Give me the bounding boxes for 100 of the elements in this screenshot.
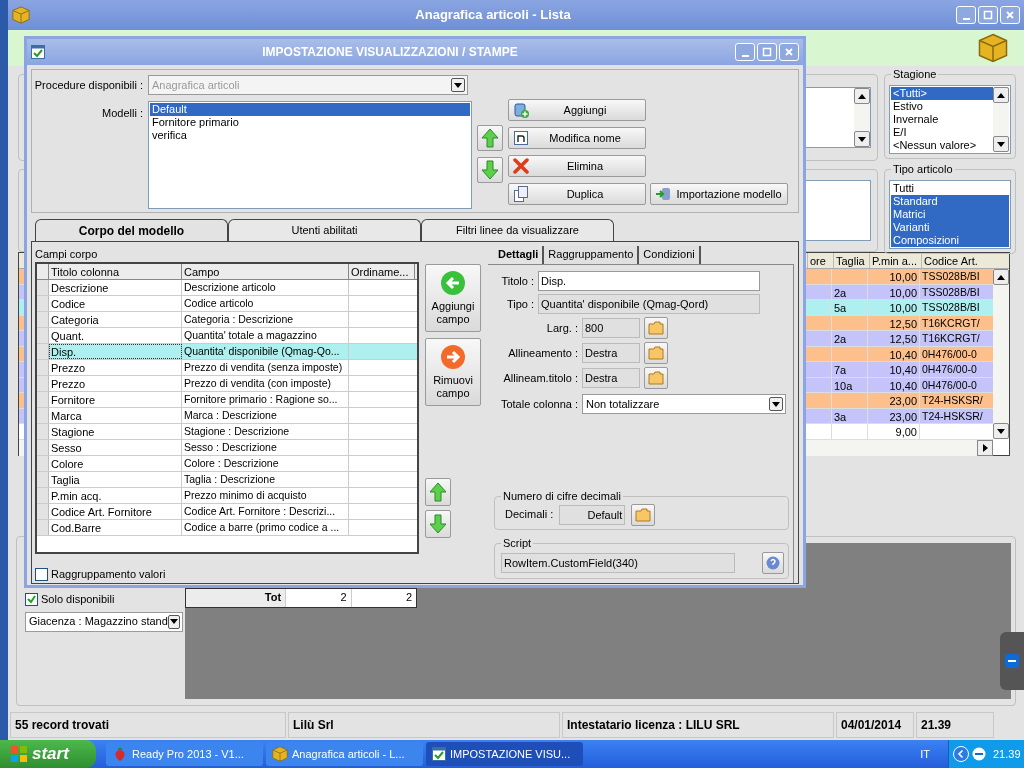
table-row[interactable]: P.min acq. Prezzo minimo di acquisto	[37, 488, 417, 504]
browse-button[interactable]	[631, 503, 656, 526]
column-header[interactable]: P.min a...	[869, 253, 921, 268]
total-dropdown[interactable]: Non totalizzare	[582, 394, 786, 414]
input-field[interactable]: Destra	[582, 368, 640, 388]
action-button[interactable]: Elimina	[508, 155, 646, 177]
field-button[interactable]: Rimuovi campo	[425, 338, 481, 406]
list-item[interactable]: Varianti	[891, 221, 1009, 234]
list-item[interactable]: Standard	[891, 195, 1009, 208]
tab[interactable]: Utenti abilitati	[228, 219, 421, 241]
browse-button[interactable]	[644, 317, 668, 339]
list-item[interactable]: Fornitore primario	[150, 116, 470, 129]
close-button[interactable]	[779, 43, 799, 61]
scroll-down-icon[interactable]	[997, 141, 1005, 147]
article-type-list[interactable]: Tutti Standard Matrici Varianti Composizioni	[889, 180, 1011, 249]
list-item[interactable]: Tutti	[891, 182, 1009, 195]
taskbar-button[interactable]: Ready Pro 2013 - V1...	[106, 742, 263, 766]
table-row[interactable]: Marca Marca : Descrizione	[37, 408, 417, 424]
input-field[interactable]: Destra	[582, 343, 640, 363]
minimize-button[interactable]	[956, 6, 976, 24]
scroll-up-icon[interactable]	[997, 274, 1005, 280]
column-header[interactable]: ore	[807, 253, 833, 268]
scroll-down-icon[interactable]	[997, 428, 1005, 434]
list-item[interactable]: Default	[150, 103, 470, 116]
maximize-button[interactable]	[978, 6, 998, 24]
move-down-button[interactable]	[425, 510, 451, 538]
minimize-button[interactable]	[735, 43, 755, 61]
table-row[interactable]: Descrizione Descrizione articolo	[37, 280, 417, 296]
input-field[interactable]: Default	[559, 504, 626, 525]
import-model-button[interactable]: Importazione modello	[650, 183, 788, 205]
list-item[interactable]: E/I	[891, 126, 993, 139]
action-button[interactable]: Modifica nome	[508, 127, 646, 149]
table-row[interactable]: Prezzo Prezzo di vendita (senza imposte)	[37, 360, 417, 376]
checkbox[interactable]	[25, 592, 38, 606]
season-list[interactable]: <Tutti> Estivo Invernale E/I <Nessun valore>	[889, 85, 1011, 154]
tab[interactable]: Filtri linee da visualizzare	[421, 219, 614, 241]
list-item[interactable]: <Nessun valore>	[891, 139, 993, 152]
warehouse-dropdown[interactable]: Giacenza : Magazzino stand	[25, 611, 183, 632]
table-row[interactable]: Cod.Barre Codice a barre (primo codice a ...	[37, 520, 417, 536]
table-cell: Codice Art. Fornitore	[49, 504, 182, 519]
table-row[interactable]: Codice Codice articolo	[37, 296, 417, 312]
taskbar-button[interactable]: IMPOSTAZIONE VISU...	[426, 742, 583, 766]
table-row[interactable]: Prezzo Prezzo di vendita (con imposte)	[37, 376, 417, 392]
table-cell: Quantita' disponibile (Qmag-Qo...	[182, 344, 349, 359]
list-item[interactable]: Matrici	[891, 208, 1009, 221]
table-row[interactable]: Sesso Sesso : Descrizione	[37, 440, 417, 456]
move-up-button[interactable]	[425, 478, 451, 506]
table-row[interactable]: Taglia Taglia : Descrizione	[37, 472, 417, 488]
tab[interactable]: Corpo del modello	[35, 219, 228, 241]
help-button[interactable]	[762, 551, 784, 574]
scrollbar[interactable]	[854, 88, 870, 147]
input-field[interactable]: 800	[582, 318, 640, 338]
column-header[interactable]: Campo	[182, 264, 349, 279]
table-row[interactable]: Stagione Stagione : Descrizione	[37, 424, 417, 440]
language-indicator[interactable]: IT	[916, 745, 934, 763]
browse-button[interactable]	[644, 342, 668, 364]
table-row[interactable]: Codice Art. Fornitore Codice Art. Fornitore : Descrizi...	[37, 504, 417, 520]
table-row[interactable]: Colore Colore : Descrizione	[37, 456, 417, 472]
input-field[interactable]: Quantita' disponibile (Qmag-Qord)	[538, 294, 760, 314]
column-header[interactable]: Codice Art.	[921, 253, 995, 268]
scroll-up-icon[interactable]	[858, 93, 866, 99]
scroll-down-icon[interactable]	[858, 136, 866, 142]
list-item[interactable]: verifica	[150, 129, 470, 142]
taskbar-button[interactable]: Anagrafica articoli - L...	[266, 742, 423, 766]
move-up-button[interactable]	[477, 125, 503, 151]
table-cell: Codice	[49, 296, 182, 311]
list-item[interactable]: <Tutti>	[891, 87, 993, 100]
table-cell: T16KCRGT/	[922, 332, 980, 344]
scrollbar[interactable]	[993, 269, 1009, 439]
table-row[interactable]: Quant. Quantita' totale a magazzino	[37, 328, 417, 344]
action-button[interactable]: Aggiungi	[508, 99, 646, 121]
scrollbar[interactable]	[993, 87, 1009, 152]
column-header[interactable]: Ordiname...	[349, 264, 415, 279]
list-item[interactable]: Composizioni	[891, 234, 1009, 247]
input-field[interactable]: Disp.	[538, 271, 760, 291]
script-field[interactable]: RowItem.CustomField(340)	[501, 552, 735, 573]
table-row[interactable]: Categoria Categoria : Descrizione	[37, 312, 417, 328]
models-list[interactable]: Default Fornitore primario verifica	[148, 101, 472, 209]
table-cell: Marca	[49, 408, 182, 423]
list-item[interactable]: Estivo	[891, 100, 993, 113]
scroll-up-icon[interactable]	[997, 92, 1005, 98]
list-item[interactable]: Invernale	[891, 113, 993, 126]
table-row[interactable]: Disp. Quantita' disponibile (Qmag-Qo...	[37, 344, 417, 360]
table-cell: 0H476/00-0	[922, 363, 977, 375]
move-down-button[interactable]	[477, 157, 503, 183]
checkbox[interactable]	[35, 567, 48, 581]
cube-icon	[272, 746, 288, 762]
chevron-icon[interactable]	[953, 746, 969, 762]
browse-button[interactable]	[644, 367, 668, 389]
side-tab[interactable]	[1000, 632, 1024, 690]
close-button[interactable]	[1000, 6, 1020, 24]
table-cell: Prezzo	[49, 376, 182, 391]
column-header[interactable]: Titolo colonna	[49, 264, 182, 279]
field-button[interactable]: Aggiungi campo	[425, 264, 481, 332]
maximize-button[interactable]	[757, 43, 777, 61]
column-header[interactable]: Taglia	[833, 253, 869, 268]
table-row[interactable]: Fornitore Fornitore primario : Ragione so...	[37, 392, 417, 408]
folder-icon	[648, 321, 664, 335]
scroll-right-icon[interactable]	[982, 443, 988, 452]
action-button[interactable]: Duplica	[508, 183, 646, 205]
